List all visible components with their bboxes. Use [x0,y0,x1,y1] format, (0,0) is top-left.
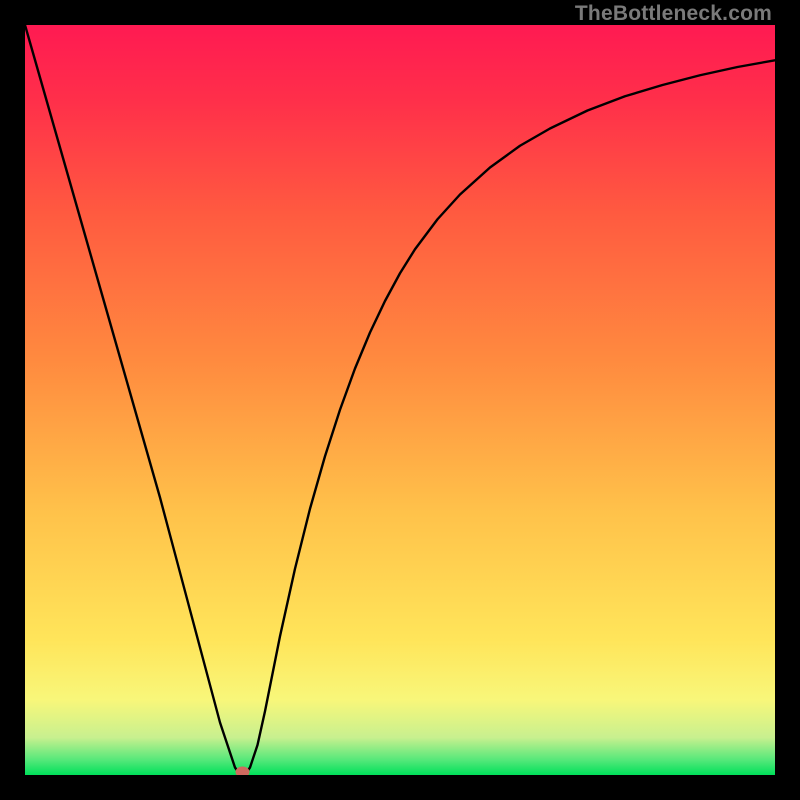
chart-background [25,25,775,775]
watermark-text: TheBottleneck.com [575,2,772,26]
chart-svg [25,25,775,775]
chart-frame [25,25,775,775]
